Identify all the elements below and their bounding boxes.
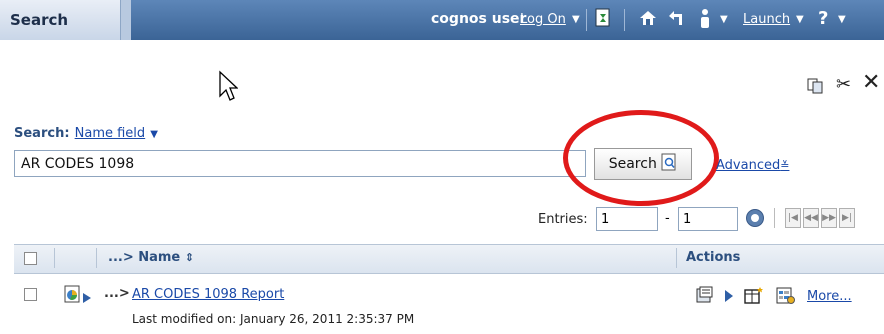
column-divider	[54, 248, 55, 268]
schedule-icon[interactable]	[744, 286, 764, 308]
column-divider	[96, 248, 97, 268]
user-chevron-icon[interactable]: ▼	[720, 14, 728, 25]
run-arrow-icon[interactable]	[82, 289, 92, 308]
field-chevron-down-icon[interactable]: ▼	[150, 129, 158, 140]
search-label: Search:	[14, 126, 70, 141]
search-input[interactable]	[14, 150, 586, 177]
home-icon[interactable]	[637, 8, 659, 30]
double-chevron-icon: ≚	[780, 159, 790, 172]
go-button[interactable]	[745, 208, 765, 232]
help-icon[interactable]: ?	[818, 8, 828, 29]
last-modified-text: Last modified on: January 26, 2011 2:35:…	[132, 312, 415, 326]
run-with-options-icon[interactable]	[724, 288, 734, 307]
tab-search[interactable]: Search	[0, 0, 121, 40]
report-icon	[64, 285, 82, 307]
user-icon[interactable]	[696, 8, 714, 30]
row-checkbox[interactable]	[24, 288, 37, 301]
launch-menu[interactable]: Launch	[743, 12, 790, 27]
entries-label: Entries:	[538, 212, 588, 227]
tab-separator	[121, 0, 131, 40]
prev-page-icon[interactable]: ◀◀	[803, 208, 819, 228]
advanced-label: Advanced	[716, 158, 781, 173]
next-page-icon[interactable]: ▶▶	[821, 208, 837, 228]
report-name-link[interactable]: AR CODES 1098 Report	[132, 287, 284, 302]
tab-title: Search	[10, 11, 69, 29]
name-field-selector[interactable]: Name field	[75, 126, 146, 141]
toolbar-divider	[586, 9, 587, 31]
last-page-icon[interactable]: ▶|	[839, 208, 855, 228]
mouse-cursor-icon	[218, 70, 239, 106]
launch-chevron-icon[interactable]: ▼	[796, 14, 804, 25]
help-chevron-icon[interactable]: ▼	[838, 14, 846, 25]
log-on-link[interactable]: Log On	[520, 12, 566, 27]
refresh-icon[interactable]	[592, 8, 614, 30]
name-column-label: ...> Name	[108, 250, 181, 265]
first-page-icon[interactable]: |◀	[785, 208, 801, 228]
entries-from-field[interactable]	[596, 207, 658, 231]
log-on-chevron-icon[interactable]: ▼	[572, 14, 580, 25]
entries-to-field[interactable]	[678, 207, 738, 231]
pager-divider	[774, 208, 775, 228]
properties-icon[interactable]	[696, 286, 714, 308]
entries-dash: -	[665, 211, 670, 226]
advanced-link[interactable]: Advanced≚	[716, 158, 789, 173]
cut-icon[interactable]: ✂	[836, 74, 851, 95]
path-prefix: ...>	[104, 286, 130, 301]
user-name: cognos user	[431, 11, 527, 27]
column-divider	[676, 248, 677, 268]
annotation-circle	[563, 110, 719, 206]
set-properties-icon[interactable]	[776, 285, 796, 309]
copy-icon[interactable]	[806, 77, 824, 99]
select-all-checkbox[interactable]	[24, 252, 37, 265]
sort-icon: ⇕	[184, 251, 194, 264]
name-column-header[interactable]: ...> Name ⇕	[108, 250, 194, 265]
delete-icon[interactable]: ✕	[862, 70, 880, 95]
back-icon[interactable]	[665, 8, 687, 30]
search-scope: Search: Name field ▼	[14, 122, 158, 141]
toolbar-divider	[624, 9, 625, 31]
more-actions-link[interactable]: More...	[807, 289, 852, 304]
actions-column-header: Actions	[686, 250, 741, 265]
